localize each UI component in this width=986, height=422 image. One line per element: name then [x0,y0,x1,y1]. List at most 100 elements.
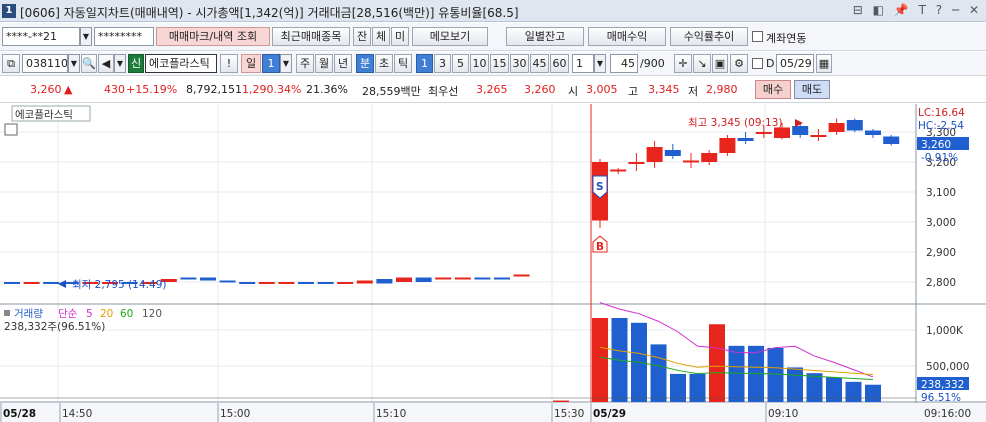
candle [258,282,275,284]
layout-icon[interactable]: ⧉ [2,54,20,73]
recent-trade-button[interactable]: 최근매매종목 [272,27,350,46]
stock-name-field[interactable]: 에코플라스틱 [145,54,217,73]
quote-bar: 3,260 ▲ 430 +15.19% 8,792,151 1,290.34% … [0,77,986,103]
candle [356,280,373,284]
minute-option[interactable]: 1 [416,54,433,73]
volume-ratio: 1,290.34% [242,83,302,96]
candle [23,282,40,284]
minute-option[interactable]: 5 [452,54,469,73]
time-label: 09:16:00 [924,408,971,420]
candle [298,282,314,284]
minute-option[interactable]: 30 [510,54,529,73]
current-price-axis: 3,260 [921,139,951,151]
window-tools[interactable]: ⊟ ◧ 📌 T ? ─ ✕ [853,3,982,17]
change-arrow: ▲ [64,83,73,96]
volume-bar [553,400,569,402]
date-checkbox[interactable] [752,58,763,69]
minute-option[interactable]: 15 [490,54,509,73]
candle [337,282,354,284]
daily-balance-button[interactable]: 일별잔고 [506,27,584,46]
candle [513,274,530,277]
count-field[interactable]: 45 [610,54,638,73]
account-dropdown[interactable]: ▼ [80,27,92,46]
trade-amount: 28,559백만 [362,85,421,98]
drawing-icon[interactable]: ↘ [693,54,711,73]
high-annotation: 최고 3,345 (09:13) [688,117,783,129]
unfilled-button[interactable]: 미 [391,27,409,46]
period-year-button[interactable]: 년 [334,54,352,73]
minute-option[interactable]: 10 [470,54,489,73]
price-tick: 2,800 [926,277,956,289]
period-dropdown[interactable]: ▼ [280,54,292,73]
calendar-icon[interactable]: ▦ [816,54,832,73]
candle [774,127,790,138]
trade-mark-button[interactable]: 매매마크/내역 조회 [156,27,270,46]
account-field[interactable]: ****-**21 [2,27,80,46]
stock-code-dropdown[interactable]: ▼ [68,54,80,73]
speaker-icon[interactable]: ◀ [98,54,114,73]
buy-button[interactable]: 매수 [755,80,791,99]
minute-option[interactable]: 45 [530,54,549,73]
time-label: 14:50 [62,408,92,420]
price-change: 430 [104,83,125,96]
turnover-rate: 21.36% [306,83,348,96]
candle [376,279,393,284]
speaker-dropdown[interactable]: ▼ [114,54,126,73]
period-week-button[interactable]: 주 [296,54,314,73]
period-second-button[interactable]: 초 [375,54,393,73]
ma120-label: 120 [142,308,162,320]
period-minute-button[interactable]: 분 [356,54,374,73]
high-price: 3,345 [648,83,680,96]
volume-bar [592,318,608,402]
candle [415,277,432,282]
candle [219,280,236,283]
period-month-button[interactable]: 월 [315,54,333,73]
fill-button[interactable]: 체 [372,27,390,46]
candle [846,120,863,131]
minute-option[interactable]: 60 [550,54,569,73]
candle [664,150,681,156]
interval-field[interactable]: 1 [572,54,594,73]
price-change-pct: +15.19% [126,83,178,96]
minute-option[interactable]: 3 [434,54,451,73]
volume-bar [650,344,667,402]
yield-trend-button[interactable]: 수익률추이 [670,27,748,46]
candle [737,138,754,141]
balance-button[interactable]: 잔 [353,27,371,46]
candle [454,277,471,280]
low-annotation: 최저 2,795 (14:49) [72,279,167,291]
period-day-button[interactable]: 일 [241,54,261,73]
stock-name-label: 에코플라스틱 [15,109,73,121]
ask-price: 3,265 [476,83,508,96]
best-quote-label: 최우선 [428,85,459,98]
stock-code-field[interactable]: 038110 [22,54,68,73]
password-field[interactable]: ******** [94,27,154,46]
volume-bar [845,381,862,402]
search-icon[interactable]: 🔍 [81,54,97,73]
sell-button[interactable]: 매도 [794,80,830,99]
crosshair-icon[interactable]: ✛ [674,54,692,73]
chart-toolbar: ⧉ 038110 ▼ 🔍 ◀ ▼ 신 에코플라스틱 ! 일 1 ▼ 주 월 년 … [0,52,986,76]
candle [396,277,412,282]
window-number: 1 [2,4,16,18]
interval-dropdown[interactable]: ▼ [594,54,606,73]
alert-button[interactable]: ! [220,54,238,73]
trade-profit-button[interactable]: 매매수익 [588,27,666,46]
memo-button[interactable]: 메모보기 [412,27,488,46]
title-bar: 1 [0606] 자동일지차트(매매내역) - 시가총액[1,342(억)] 거… [0,0,986,22]
window-title: [0606] 자동일지차트(매매내역) - 시가총액[1,342(억)] 거래대… [20,6,519,20]
save-icon[interactable]: ▣ [712,54,728,73]
candle [435,277,452,280]
lc-label: LC:16.64 [918,107,965,119]
price-chart[interactable]: 에코플라스틱 3,3003,2003,1003,0002,9002,800 최고… [0,104,986,422]
candle [755,132,772,134]
date-field[interactable]: 05/29 [776,54,814,73]
period-tick-button[interactable]: 틱 [394,54,412,73]
volume-bar [865,384,881,402]
account-link-checkbox[interactable] [752,31,763,42]
current-volume-pct: 96.51% [921,392,961,404]
candle [883,136,900,144]
period-value[interactable]: 1 [262,54,280,73]
gear-icon[interactable]: ⚙ [730,54,748,73]
ma20-label: 20 [100,308,113,320]
